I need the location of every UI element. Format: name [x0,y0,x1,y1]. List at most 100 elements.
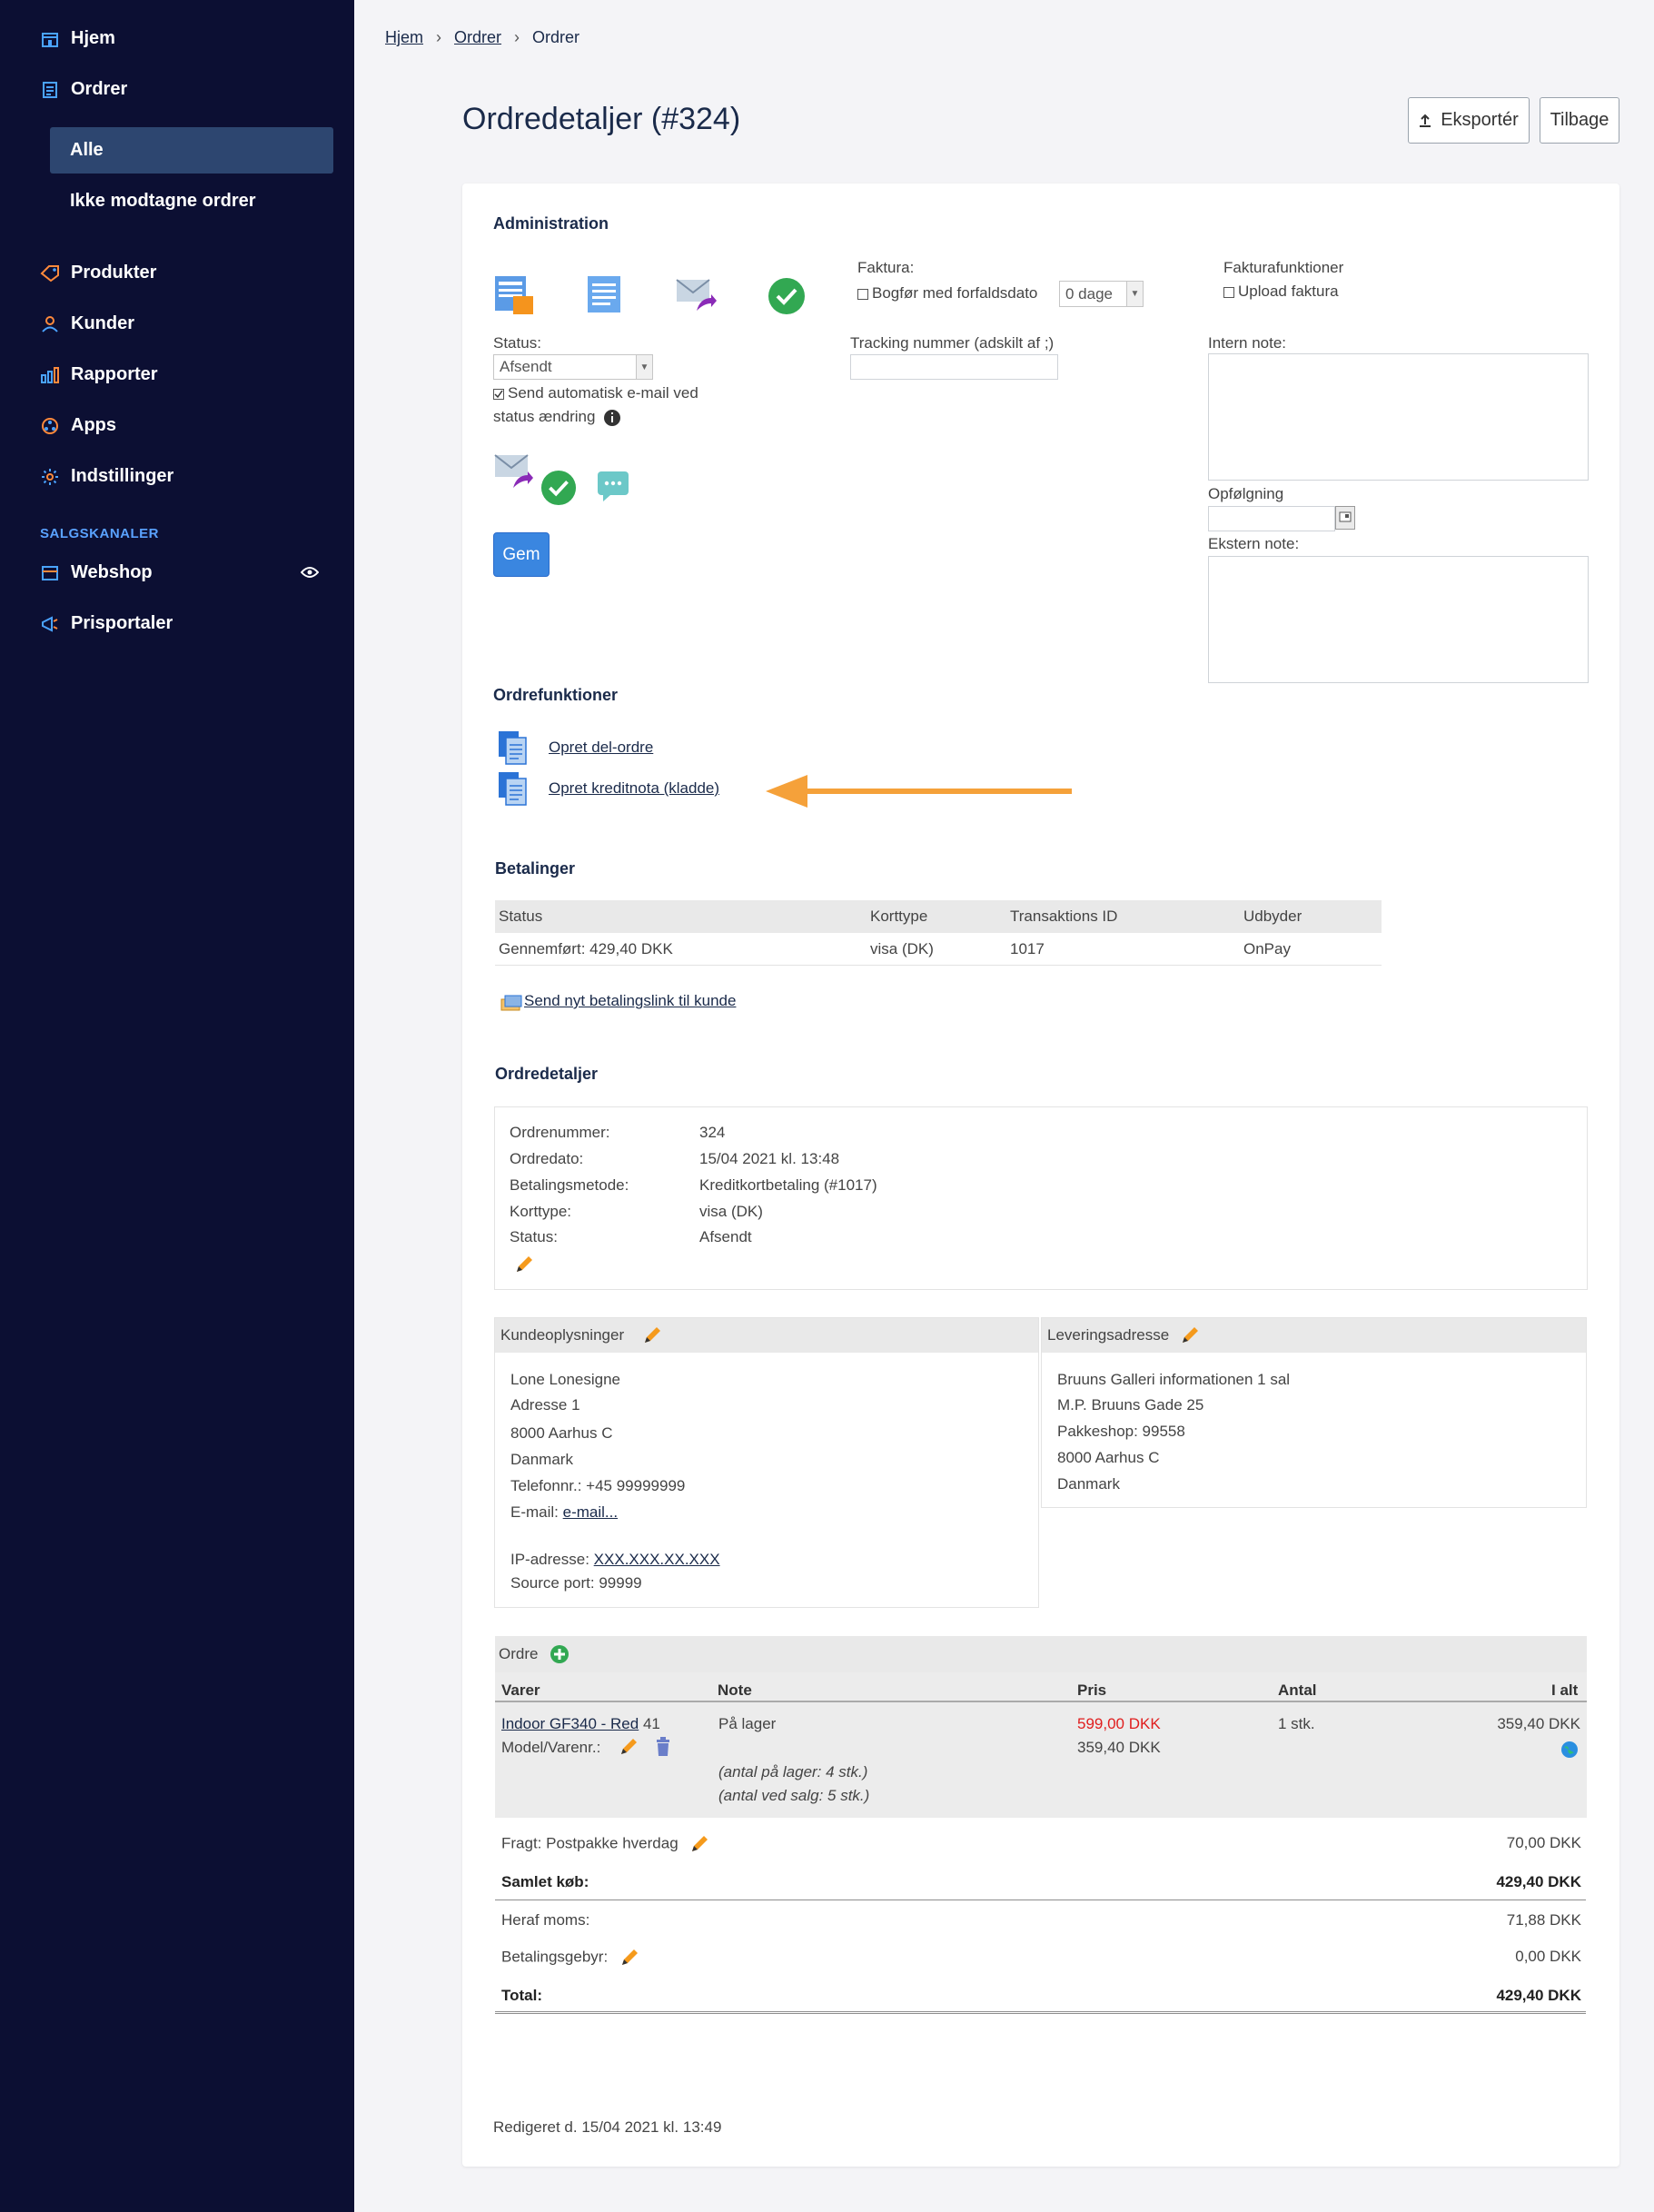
email-forward-icon[interactable] [493,451,535,493]
vat-label: Heraf moms: [501,1911,590,1929]
sidebar-item-settings[interactable]: Indstillinger [40,466,173,487]
payments-header-row: Status Korttype Transaktions ID Udbyder [495,900,1382,933]
sidebar-item-apps[interactable]: Apps [40,415,116,436]
followup-label: Opfølgning [1208,485,1284,502]
create-partial-order-link[interactable]: Opret del-ordre [549,739,653,757]
status-select[interactable]: Afsendt ▼ [493,354,653,380]
chevron-right-icon: › [436,28,442,46]
store-icon [40,563,60,583]
order-item-price: 359,40 DKK [1077,1739,1161,1756]
invoice-label: Faktura: [857,259,915,276]
customer-email-row: E-mail: e-mail... [510,1503,618,1522]
sidebar-item-reports[interactable]: Rapporter [40,364,158,385]
sidebar-subitem-all[interactable]: Alle [50,127,333,174]
followup-date-input[interactable] [1208,506,1335,531]
upload-invoice-row[interactable]: Upload faktura [1223,283,1339,301]
sidebar-item-products[interactable]: Produkter [40,263,156,283]
sales-channels-label: SALGSKANALER [40,526,160,541]
customer-address: Adresse 1 [510,1396,580,1413]
pencil-icon[interactable] [619,1948,639,1968]
customer-email-link[interactable]: e-mail... [563,1503,618,1521]
shipping-row: Fragt: Postpakke hverdag [501,1834,709,1854]
customer-heading: Kundeoplysninger [500,1326,625,1344]
auto-email-row[interactable]: Send automatisk e-mail ved [493,384,698,402]
sidebar-item-home[interactable]: Hjem [40,28,115,49]
packing-list-icon[interactable] [584,274,626,316]
pencil-icon[interactable] [619,1737,639,1757]
check-circle-icon[interactable] [768,277,806,315]
pencil-icon[interactable] [1180,1325,1200,1345]
order-number-label: Ordrenummer: [510,1124,610,1141]
upload-icon [1420,114,1431,127]
customer-ip-link[interactable]: XXX.XXX.XX.XXX [594,1551,720,1568]
sidebar-item-price-portals[interactable]: Prisportaler [40,613,173,634]
order-item-stock-note: (antal på lager: 4 stk.) [718,1763,868,1781]
pencil-icon[interactable] [689,1834,709,1854]
administration-heading: Administration [493,214,609,233]
internal-note-textarea[interactable] [1208,353,1589,481]
export-label: Eksportér [1441,110,1519,130]
sidebar-item-customers[interactable]: Kunder [40,313,134,334]
chat-icon[interactable] [596,470,630,502]
delivery-line: Pakkeshop: 99558 [1057,1423,1185,1440]
megaphone-icon [40,614,60,634]
pencil-icon[interactable] [514,1255,534,1275]
fee-row: Betalingsgebyr: [501,1948,639,1968]
payments-col-status: Status [499,908,543,925]
calendar-icon[interactable] [1335,506,1355,530]
post-due-checkbox[interactable] [857,288,868,300]
sidebar-item-orders[interactable]: Ordrer [40,79,127,100]
total-label: Total: [501,1987,543,2004]
status-value: Afsendt [500,358,552,375]
auto-email-label-2: status ændring [493,408,596,425]
invoice-print-icon[interactable] [493,274,535,316]
orders-icon [40,80,60,100]
trash-icon[interactable] [655,1737,671,1757]
shipping-value: 70,00 DKK [1506,1834,1581,1851]
pencil-icon[interactable] [642,1325,662,1345]
payment-transaction-id: 1017 [1010,940,1045,957]
create-credit-note-link[interactable]: Opret kreditnota (kladde) [549,779,719,798]
order-item-original-price: 599,00 DKK [1077,1715,1161,1732]
export-button[interactable]: Eksportér [1408,97,1530,144]
order-item-qty: 1 stk. [1278,1715,1315,1732]
status-label: Status: [493,334,541,352]
sidebar-subitem-not-received[interactable]: Ikke modtagne ordrer [70,191,256,212]
order-item-number: 41 [642,1715,660,1732]
customer-header: Kundeoplysninger [495,1318,1038,1353]
back-button[interactable]: Tilbage [1540,97,1619,144]
order-heading: Ordre [499,1645,539,1662]
breadcrumb-home[interactable]: Hjem [385,28,423,47]
auto-email-checkbox[interactable] [493,388,504,400]
add-icon[interactable] [550,1644,569,1664]
check-circle-icon[interactable] [540,470,577,506]
internal-note-label: Intern note: [1208,334,1287,352]
send-payment-link[interactable]: Send nyt betalingslink til kunde [524,992,736,1010]
invoice-functions-label: Fakturafunktioner [1223,259,1344,276]
upload-invoice-checkbox[interactable] [1223,286,1234,298]
breadcrumb: Hjem › Ordrer › Ordrer [385,28,579,47]
due-days-select[interactable]: 0 dage ▼ [1059,281,1144,307]
info-icon[interactable] [603,409,621,427]
breadcrumb-orders[interactable]: Ordrer [454,28,501,47]
external-note-textarea[interactable] [1208,556,1589,683]
tag-icon [40,263,60,283]
eye-icon[interactable] [301,566,319,579]
post-due-label: Bogfør med forfaldsdato [872,284,1038,302]
email-forward-icon[interactable] [675,274,717,316]
payments-heading: Betalinger [495,859,576,878]
delivery-header: Leveringsadresse [1042,1318,1586,1353]
col-header-qty: Antal [1278,1681,1317,1699]
save-button[interactable]: Gem [493,532,550,577]
order-details-box [494,1106,1588,1290]
sidebar-item-webshop[interactable]: Webshop [40,562,153,583]
globe-icon [1561,1741,1578,1758]
chevron-down-icon: ▼ [636,355,652,379]
customer-country: Danmark [510,1451,573,1468]
tracking-input[interactable] [850,354,1058,380]
customer-source-port: Source port: 99999 [510,1574,642,1592]
order-item-model-label: Model/Varenr.: [501,1739,601,1756]
order-item-link[interactable]: Indoor GF340 - Red [501,1715,639,1732]
post-due-checkbox-row[interactable]: Bogfør med forfaldsdato [857,284,1037,303]
order-item-note: På lager [718,1715,777,1732]
